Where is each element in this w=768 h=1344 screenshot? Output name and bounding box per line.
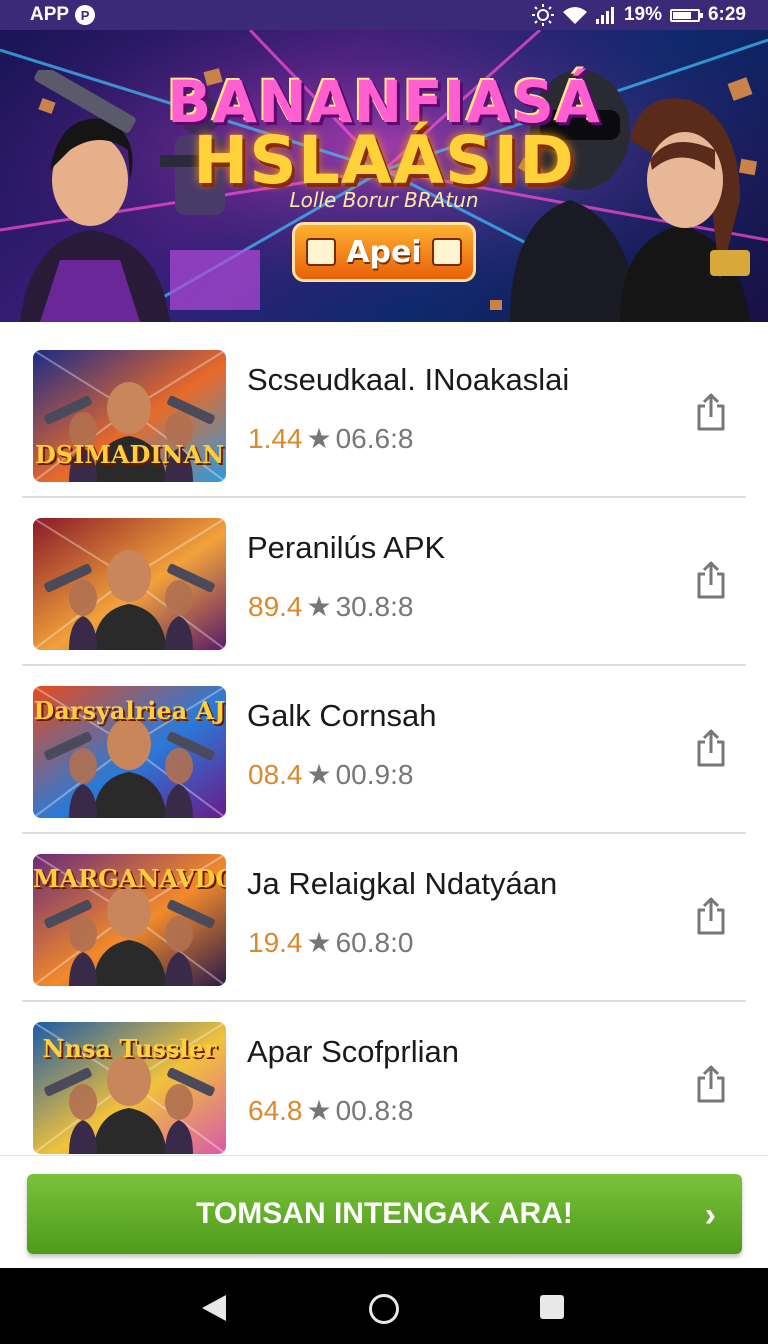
thumbnail-art [33, 518, 226, 650]
app-list-item[interactable]: MARGANAVDON Ja Relaigkal Ndatyáan 19.4★6… [22, 834, 746, 1002]
thumbnail-label: DSIMADINAN [34, 440, 225, 469]
app-count: 06.6:8 [335, 423, 414, 454]
signal-icon [595, 7, 614, 24]
app-list-item[interactable]: Peranilús APK 89.4 ★ 30.8:8 [22, 498, 746, 666]
app-meta: 19.4 ★ 60.8:0 [248, 926, 413, 959]
app-meta: 08.4 ★ 00.9:8 [248, 758, 413, 791]
notification-app-icon: P [75, 5, 96, 25]
banner-button[interactable]: Apei [292, 222, 476, 282]
app-meta: 64.8 ★ 00.8:8 [248, 1094, 413, 1127]
share-icon[interactable] [694, 896, 728, 936]
thumbnail-label: Darsyalriea AJ [33, 696, 226, 725]
battery-percent: 19% [623, 4, 662, 25]
thumbnail-label: MARGANAVDON [33, 864, 226, 893]
app-rating: 1.44 [248, 423, 303, 454]
app-list: DSIMADINAN Scseudkaal. INoakaslai 1.44 ★ 0… [22, 330, 746, 1160]
share-icon[interactable] [694, 728, 728, 768]
chest-icon [431, 238, 462, 266]
gift-icon [306, 238, 337, 266]
app-rating: 64.8 [248, 1095, 303, 1126]
chevron-right-icon: › [704, 1196, 716, 1234]
cta-button[interactable]: TOMSAN INTENGAK ARA! › [27, 1174, 742, 1254]
app-rating: 89.4 [248, 591, 303, 622]
app-title: Peranilús APK [247, 530, 446, 565]
star-icon: ★ [306, 927, 332, 958]
app-thumbnail[interactable] [33, 518, 226, 650]
share-icon[interactable] [694, 392, 728, 432]
app-title: Galk Cornsah [247, 698, 437, 733]
battery-fill [672, 11, 692, 19]
wifi-icon [562, 7, 587, 24]
star-icon: ★ [306, 591, 332, 622]
star-icon: ★ [306, 759, 332, 790]
back-icon[interactable] [202, 1295, 226, 1321]
app-count: 30.8:8 [335, 591, 414, 622]
brightness-icon [531, 4, 554, 26]
app-thumbnail[interactable]: Darsyalriea AJ [33, 686, 226, 818]
app-count: 00.8:8 [335, 1095, 414, 1126]
app-count: 60.8:0 [335, 927, 414, 958]
status-time: 6:29 [707, 4, 746, 25]
recent-apps-icon[interactable] [540, 1295, 564, 1319]
status-left: APP P [30, 4, 96, 26]
home-icon[interactable] [369, 1294, 399, 1324]
status-right: 19% 6:29 [531, 4, 746, 26]
status-bar: APP P 19% 6:29 [0, 0, 768, 30]
promo-banner[interactable]: BANANFIASÁ HSLAÁSID Lolle Borur BRAtun A… [0, 30, 768, 322]
app-thumbnail[interactable]: MARGANAVDON [33, 854, 226, 986]
app-list-item[interactable]: Nnsa Tussler Apar Scofprlian 64.8 ★ 00.8:8 [22, 1002, 746, 1160]
app-label: APP [30, 4, 70, 25]
share-icon[interactable] [694, 560, 728, 600]
star-icon: ★ [306, 423, 332, 454]
battery-icon [669, 8, 703, 22]
banner-subtitle: Lolle Borur BRAtun [289, 188, 479, 212]
system-nav-bar [0, 1268, 768, 1344]
banner-button-label: Apei [346, 234, 422, 270]
app-count: 00.9:8 [335, 759, 414, 790]
app-title: Scseudkaal. INoakaslai [247, 362, 570, 397]
app-rating: 19.4 [248, 927, 303, 958]
app-thumbnail[interactable]: DSIMADINAN [33, 350, 226, 482]
cta-label: TOMSAN INTENGAK ARA! [196, 1197, 573, 1230]
app-meta: 1.44 ★ 06.6:8 [248, 422, 413, 455]
share-icon[interactable] [694, 1064, 728, 1104]
app-thumbnail[interactable]: Nnsa Tussler [33, 1022, 226, 1154]
app-list-item[interactable]: Darsyalriea AJ Galk Cornsah 08.4 ★ 00.9:8 [22, 666, 746, 834]
app-meta: 89.4 ★ 30.8:8 [248, 590, 413, 623]
app-rating: 08.4 [248, 759, 303, 790]
app-title: Ja Relaigkal Ndatyáan [247, 866, 558, 901]
app-list-item[interactable]: DSIMADINAN Scseudkaal. INoakaslai 1.44 ★ 0… [22, 330, 746, 498]
thumbnail-label: Nnsa Tussler [42, 1034, 217, 1063]
app-title: Apar Scofprlian [247, 1034, 459, 1069]
star-icon: ★ [306, 1095, 332, 1126]
